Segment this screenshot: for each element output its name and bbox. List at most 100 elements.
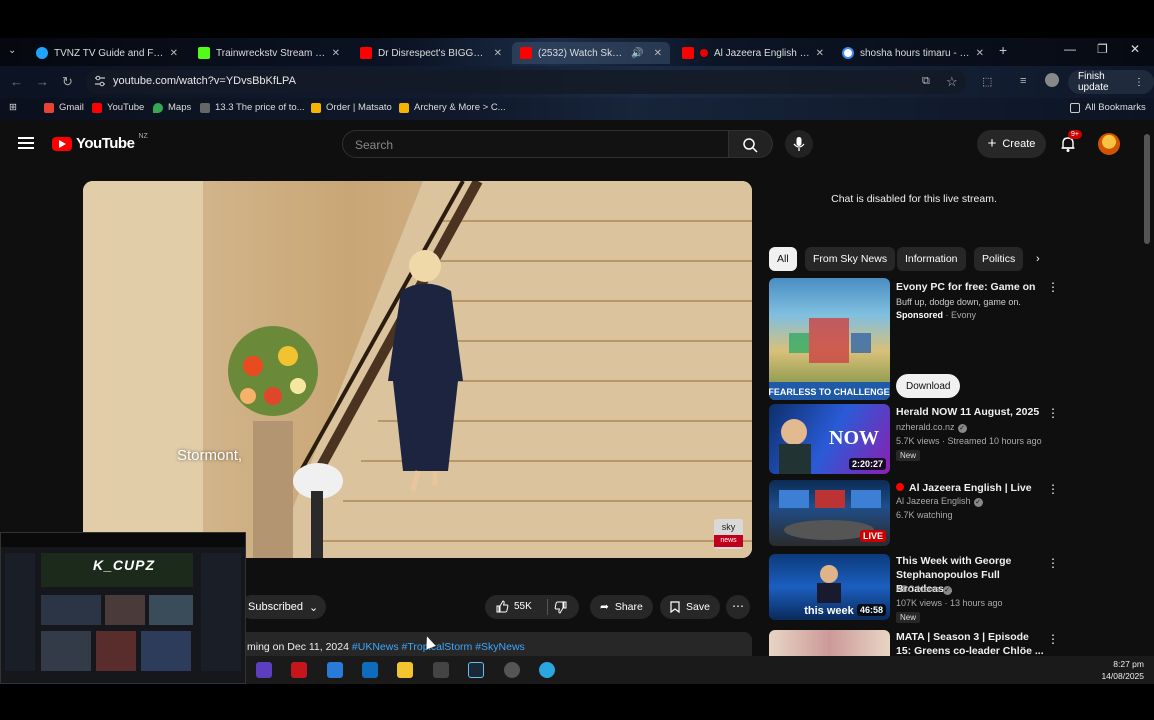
recommendation-this-week[interactable]: this week 46:58 This Week with George St…	[769, 554, 1069, 623]
kick-favicon-icon	[198, 47, 210, 59]
new-tab-icon[interactable]: +	[999, 42, 1007, 58]
system-clock[interactable]: 8:27 pm 14/08/2025	[1101, 658, 1144, 682]
more-options-icon[interactable]: ⋮	[1047, 556, 1059, 570]
bookmark-archery[interactable]: Archery & More > C...	[399, 102, 506, 113]
recommendation-sponsored[interactable]: FEARLESS TO CHALLENGE Evony PC for free:…	[769, 278, 1069, 400]
tab-al-jazeera[interactable]: Al Jazeera English | Live ✕	[674, 42, 832, 64]
telegram-icon[interactable]	[539, 662, 555, 678]
bookmark-label: 13.3 The price of to...	[215, 102, 305, 113]
new-badge: New	[896, 450, 921, 461]
overlay-screens	[1, 533, 245, 671]
recommendation-mata[interactable]: MATA | Season 3 | Episode 15: Greens co-…	[769, 630, 1069, 656]
settings-gear-icon[interactable]	[504, 662, 520, 678]
share-label: Share	[614, 601, 643, 613]
bookmark-youtube[interactable]: YouTube	[92, 102, 144, 113]
video-title: Evony PC for free: Game on	[896, 281, 1036, 293]
chevron-right-icon[interactable]: ›	[1036, 253, 1040, 265]
verified-check-icon: ✓	[957, 424, 967, 433]
close-tab-icon[interactable]: ✕	[332, 48, 340, 59]
speaker-icon[interactable]: 🔊	[631, 48, 643, 59]
close-tab-icon[interactable]: ✕	[494, 48, 502, 59]
more-options-icon[interactable]: ⋮	[1047, 280, 1059, 294]
finish-update-button[interactable]: Finish update ⋮	[1068, 70, 1154, 94]
bookmark-matsato[interactable]: Order | Matsato	[311, 102, 392, 113]
recommendation-herald[interactable]: NOW 2:20:27 Herald NOW 11 August, 2025 n…	[769, 404, 1069, 474]
apps-grid-icon[interactable]: ⊞	[9, 102, 17, 113]
svg-text:FEARLESS TO CHALLENGE: FEARLESS TO CHALLENGE	[769, 387, 890, 397]
steam-icon[interactable]	[468, 662, 484, 678]
tab-tvnz[interactable]: TVNZ TV Guide and Free Live ✕	[28, 42, 186, 64]
subscribed-button[interactable]: Subscribed ⌄	[240, 595, 327, 619]
tab-google-search[interactable]: shosha hours timaru - Goog ✕	[834, 42, 992, 64]
store-icon[interactable]	[327, 662, 343, 678]
more-options-icon[interactable]: ⋮	[1047, 406, 1059, 420]
tab-kick[interactable]: Trainwreckstv Stream - Watc ✕	[190, 42, 348, 64]
profile-avatar[interactable]	[1045, 73, 1059, 87]
bookmark-price[interactable]: 13.3 The price of to...	[200, 102, 305, 113]
app-icon[interactable]	[256, 662, 272, 678]
ad-thumbnail: FEARLESS TO CHALLENGE	[769, 278, 890, 400]
page-scrollbar[interactable]	[1144, 134, 1150, 244]
save-button[interactable]: Save	[660, 595, 720, 619]
voice-search-button[interactable]	[785, 130, 813, 158]
install-app-icon[interactable]: ⧉	[922, 75, 930, 88]
all-bookmarks[interactable]: All Bookmarks	[1070, 102, 1146, 113]
close-tab-icon[interactable]: ✕	[976, 48, 984, 59]
chip-all[interactable]: All	[769, 247, 797, 271]
save-label: Save	[686, 601, 710, 613]
search-button[interactable]	[729, 130, 773, 158]
screen: ⌄ TVNZ TV Guide and Free Live ✕ Trainwre…	[0, 0, 1154, 720]
chip-politics[interactable]: Politics	[974, 247, 1024, 271]
forward-icon[interactable]: →	[36, 74, 49, 89]
extensions-icon[interactable]: ⬚	[982, 75, 992, 88]
close-tab-icon[interactable]: ✕	[816, 48, 824, 59]
search-input[interactable]: Search	[342, 130, 729, 158]
ad-byline: Sponsored · Evony	[896, 310, 977, 320]
recommendation-al-jazeera[interactable]: LIVE Al Jazeera English | Live Al Jazeer…	[769, 480, 1069, 546]
stream-overlay-preview: K_CUPZ	[0, 532, 246, 684]
outlook-icon[interactable]	[362, 662, 378, 678]
bookmark-star-icon[interactable]: ☆	[946, 74, 958, 90]
hashtags[interactable]: #UKNews #TropicalStorm #SkyNews	[352, 641, 525, 653]
bookmark-gmail[interactable]: Gmail	[44, 102, 84, 113]
bookmark-maps[interactable]: Maps	[153, 102, 191, 113]
like-dislike-group: 55K	[485, 595, 579, 619]
video-thumbnail: this week 46:58	[769, 554, 890, 620]
like-icon[interactable]	[495, 600, 509, 614]
hamburger-menu-icon[interactable]	[18, 137, 34, 149]
minimize-icon[interactable]: —	[1064, 42, 1076, 56]
bolt-app-icon[interactable]	[291, 662, 307, 678]
address-bar[interactable]: youtube.com/watch?v=YDvsBbKfLPA ⧉ ☆	[86, 70, 966, 94]
notifications-button[interactable]: 9+	[1058, 130, 1082, 154]
reload-icon[interactable]: ↻	[62, 74, 73, 90]
restore-icon[interactable]: ❐	[1097, 42, 1108, 56]
chip-from-sky-news[interactable]: From Sky News	[805, 247, 896, 271]
more-options-icon[interactable]: ⋮	[1047, 632, 1059, 646]
close-tab-icon[interactable]: ✕	[170, 48, 178, 59]
file-explorer-icon[interactable]	[397, 662, 413, 678]
more-options-icon[interactable]: ⋮	[1047, 482, 1059, 496]
reading-list-icon[interactable]: ≡	[1020, 75, 1026, 87]
app-icon[interactable]	[433, 662, 449, 678]
back-icon[interactable]: ←	[10, 74, 23, 89]
tab-search-chevron-icon[interactable]: ⌄	[8, 45, 22, 59]
account-avatar[interactable]	[1098, 133, 1120, 155]
video-player[interactable]: Stormont, sky news	[83, 181, 752, 558]
youtube-logo[interactable]: YouTube NZ	[52, 133, 148, 152]
chip-information[interactable]: Information	[897, 247, 966, 271]
close-tab-icon[interactable]: ✕	[654, 48, 662, 59]
tab-sky-news[interactable]: (2532) Watch Sky News 🔊 ✕	[512, 42, 670, 64]
youtube-favicon-icon	[360, 47, 372, 59]
bookmark-label: YouTube	[107, 102, 145, 113]
close-window-icon[interactable]: ✕	[1130, 42, 1140, 56]
dislike-icon[interactable]	[554, 600, 568, 614]
more-actions-button[interactable]: ⋯	[726, 595, 750, 619]
video-title: Herald NOW 11 August, 2025	[896, 406, 1040, 418]
tab-title: Dr Disrespect's BIGGEST An	[378, 47, 488, 59]
create-button[interactable]: + Create	[977, 130, 1046, 158]
download-button[interactable]: Download	[896, 374, 961, 398]
share-button[interactable]: ➦ Share	[590, 595, 653, 619]
site-info-icon[interactable]	[94, 75, 106, 87]
tab-drdisrespect[interactable]: Dr Disrespect's BIGGEST An ✕	[352, 42, 510, 64]
clock-date: 14/08/2025	[1101, 671, 1144, 681]
